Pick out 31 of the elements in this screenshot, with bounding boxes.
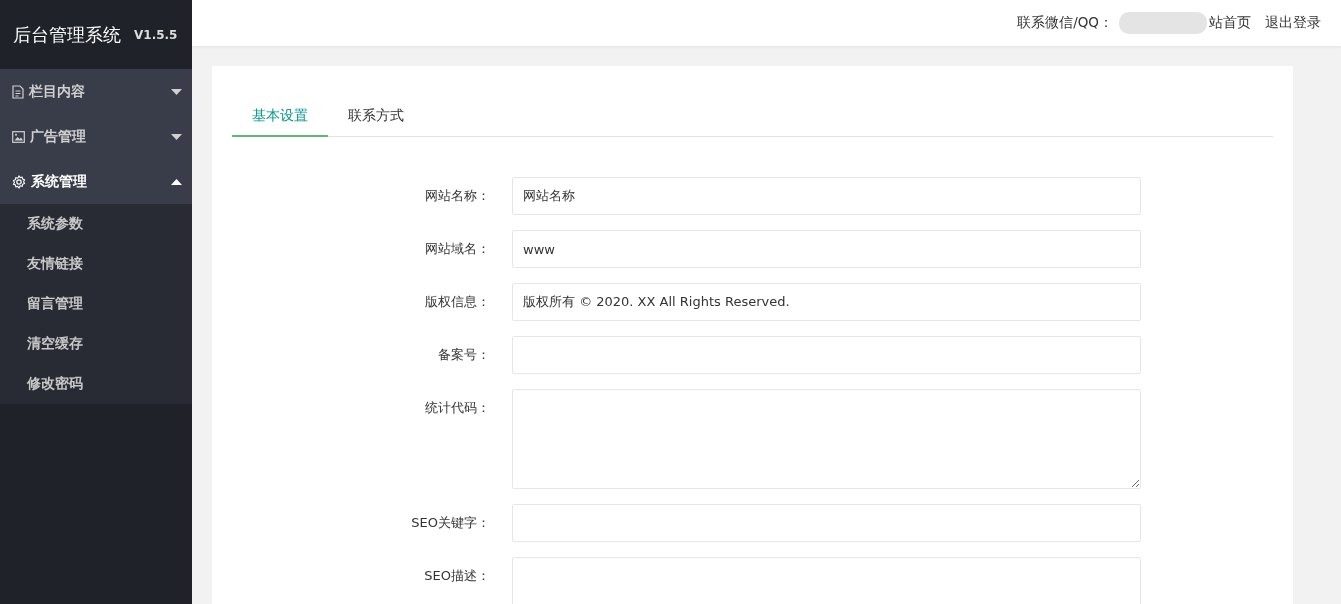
input-field[interactable]: 版权所有 © 2020. XX All Rights Reserved.: [512, 283, 1141, 321]
submenu-item[interactable]: 友情链接: [0, 244, 192, 284]
field-label: 备案号：: [437, 346, 491, 364]
submenu-item[interactable]: 清空缓存: [0, 324, 192, 364]
input-field[interactable]: 网站名称: [512, 177, 1141, 215]
submenu-item[interactable]: 系统参数: [0, 204, 192, 244]
menu-item[interactable]: 栏目内容: [0, 69, 192, 114]
document-icon: [12, 84, 24, 99]
app-title: 后台管理系统: [13, 22, 121, 47]
settings-icon: [12, 174, 26, 189]
field-label: 网站名称：: [424, 187, 491, 205]
field-label: SEO关键字：: [410, 514, 491, 532]
header-link[interactable]: 站首页: [1209, 14, 1251, 32]
input-field[interactable]: [512, 336, 1141, 374]
field-label: 网站域名：: [424, 240, 491, 258]
text-area[interactable]: [512, 389, 1141, 489]
field-label: SEO描述：: [423, 567, 491, 585]
menu-item[interactable]: 系统管理: [0, 159, 192, 204]
submenu-item[interactable]: 留言管理: [0, 284, 192, 324]
contact-label: 联系微信/QQ：: [1017, 14, 1113, 32]
submenu-item[interactable]: 修改密码: [0, 364, 192, 404]
tab[interactable]: 基本设置: [232, 96, 328, 137]
header-link[interactable]: 退出登录: [1265, 14, 1321, 32]
field-label: 版权信息：: [424, 293, 491, 311]
input-field[interactable]: www: [512, 230, 1141, 268]
image-icon: [12, 130, 25, 143]
version-label: V1.5.5: [134, 27, 178, 42]
menu-item[interactable]: 广告管理: [0, 114, 192, 159]
tab[interactable]: 联系方式: [328, 96, 424, 137]
input-field[interactable]: [512, 504, 1141, 542]
field-label: 统计代码：: [424, 399, 491, 417]
